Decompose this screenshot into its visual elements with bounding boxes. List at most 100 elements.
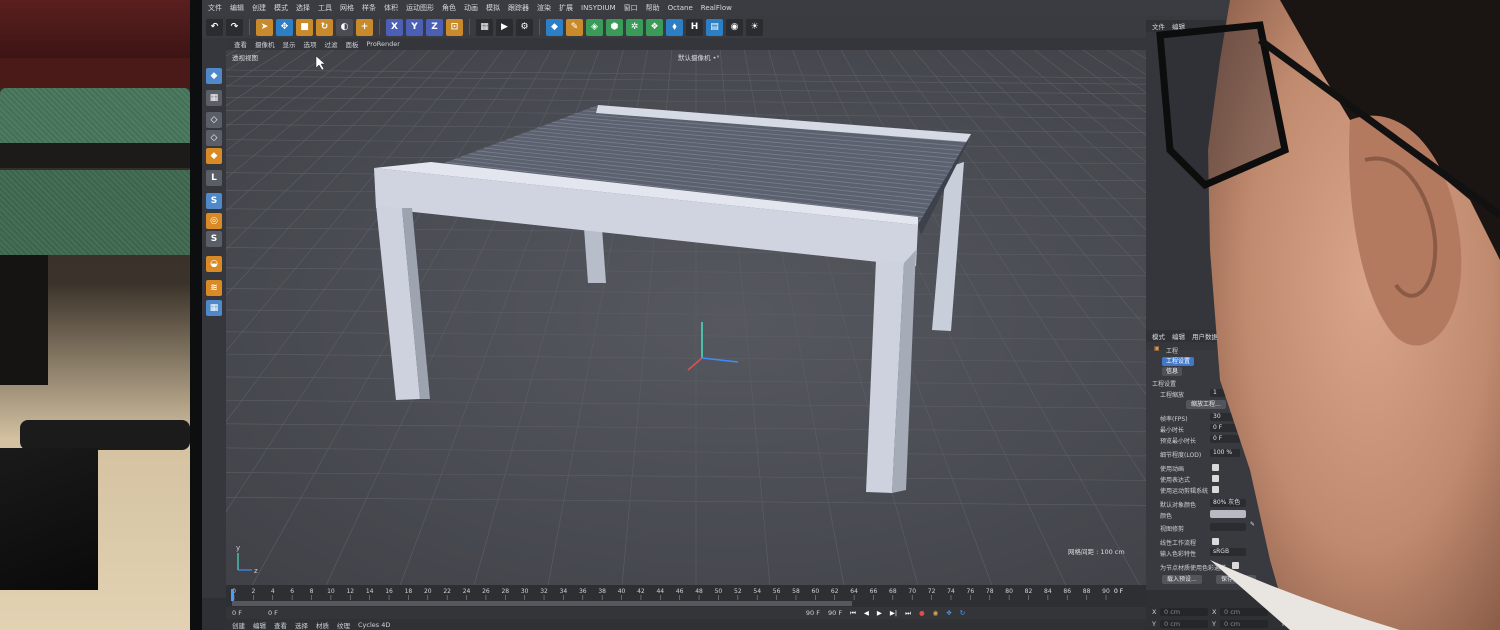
main-menu-item-4[interactable]: 选择 <box>296 3 310 13</box>
material-menu-item-4[interactable]: 材质 <box>316 620 329 630</box>
perspective-viewport[interactable]: y z 透视视图 默认摄像机 •° 网格间距 : 100 cm <box>226 50 1146 585</box>
goto-start-icon[interactable]: ⏮ <box>850 609 856 618</box>
render-settings-icon[interactable]: ⚙ <box>516 18 533 36</box>
main-menu-item-20[interactable]: RealFlow <box>701 4 732 12</box>
main-menu-item-17[interactable]: 窗口 <box>624 3 638 13</box>
viewport-menu-item-0[interactable]: 查看 <box>234 39 247 49</box>
next-frame-icon[interactable]: ▶| <box>890 609 897 617</box>
main-menu-item-5[interactable]: 工具 <box>318 3 332 13</box>
snap-settings-icon[interactable]: S <box>206 231 222 247</box>
redo-icon[interactable]: ↷ <box>226 18 243 36</box>
measure-icon[interactable]: H <box>686 18 703 36</box>
timeline-tick-label: 46 <box>676 588 684 595</box>
toolbar-divider <box>539 19 540 35</box>
deformer-icon[interactable]: ✲ <box>626 18 643 36</box>
main-menu-item-1[interactable]: 编辑 <box>230 3 244 13</box>
generator-icon[interactable]: ⬢ <box>606 18 623 36</box>
subdivision-icon[interactable]: ◈ <box>586 18 603 36</box>
goto-end-icon[interactable]: ⏭ <box>905 609 911 618</box>
main-menu-item-14[interactable]: 渲染 <box>537 3 551 13</box>
coordinate-system-icon[interactable]: ⊡ <box>446 18 463 36</box>
pergola-model[interactable] <box>374 105 971 493</box>
y-axis-toggle[interactable]: Y <box>406 18 423 36</box>
axis-mode-icon[interactable]: L <box>206 170 222 186</box>
pen-spline-icon[interactable]: ✎ <box>566 18 583 36</box>
grid-line <box>226 353 1146 363</box>
viewport-menu-item-4[interactable]: 过滤 <box>325 39 338 49</box>
layer-icon[interactable]: ≋ <box>206 280 222 296</box>
timeline[interactable]: 0246810121416182022242628303234363840424… <box>226 585 1146 607</box>
material-menu-item-2[interactable]: 查看 <box>274 620 287 630</box>
viewport-menu-item-6[interactable]: ProRender <box>367 40 400 48</box>
material-menu-item-5[interactable]: 纹理 <box>337 620 350 630</box>
add-object-icon[interactable]: + <box>356 18 373 36</box>
floor-icon[interactable]: ▤ <box>706 18 723 36</box>
start-frame-field[interactable]: 0 F <box>268 609 278 617</box>
timeline-range-bar[interactable] <box>232 601 852 606</box>
viewport-menu-item-1[interactable]: 摄像机 <box>255 39 275 49</box>
main-menu-item-8[interactable]: 体积 <box>384 3 398 13</box>
main-menu-item-3[interactable]: 模式 <box>274 3 288 13</box>
main-menu-item-13[interactable]: 跟踪器 <box>508 3 529 13</box>
grid-icon[interactable]: ▦ <box>206 300 222 316</box>
camera-icon[interactable]: ◉ <box>726 18 743 36</box>
main-menu-item-19[interactable]: Octane <box>668 4 693 12</box>
texture-mode-icon[interactable]: ▦ <box>206 90 222 106</box>
grid-line <box>226 97 1146 106</box>
solo-icon[interactable]: ◒ <box>206 256 222 272</box>
mograph-icon[interactable]: ❖ <box>646 18 663 36</box>
main-menu-item-2[interactable]: 创建 <box>252 3 266 13</box>
material-menu-item-1[interactable]: 编辑 <box>253 620 266 630</box>
end-frame-field-alt[interactable]: 90 F <box>828 609 842 617</box>
scale-icon[interactable]: ■ <box>296 18 313 36</box>
key-position-icon[interactable]: ✥ <box>946 609 951 617</box>
viewport-menu-item-3[interactable]: 选项 <box>304 39 317 49</box>
main-menu-item-15[interactable]: 扩展 <box>559 3 573 13</box>
z-axis-toggle[interactable]: Z <box>426 18 443 36</box>
main-menu-item-7[interactable]: 样条 <box>362 3 376 13</box>
material-menu-item-3[interactable]: 选择 <box>295 620 308 630</box>
render-picture-viewer-icon[interactable]: ▶ <box>496 18 513 36</box>
x-axis-toggle[interactable]: X <box>386 18 403 36</box>
autokey-icon[interactable]: ◉ <box>933 609 939 617</box>
edge-mode-icon[interactable]: ◇ <box>206 130 222 146</box>
main-menu-item-12[interactable]: 模拟 <box>486 3 500 13</box>
select-arrow-icon[interactable]: ➤ <box>256 18 273 36</box>
tag-icon[interactable]: ⬧ <box>666 18 683 36</box>
live-select-icon[interactable]: ◐ <box>336 18 353 36</box>
end-frame-field[interactable]: 90 F <box>806 609 820 617</box>
main-menu-item-18[interactable]: 帮助 <box>646 3 660 13</box>
main-menu-item-9[interactable]: 运动图形 <box>406 3 434 13</box>
play-icon[interactable]: ▶ <box>877 609 882 617</box>
point-mode-icon[interactable]: ◇ <box>206 112 222 128</box>
render-view-icon[interactable]: ▦ <box>476 18 493 36</box>
cube-primitive-icon[interactable]: ◆ <box>546 18 563 36</box>
timeline-tick-label: 78 <box>986 588 994 595</box>
timeline-tick-label: 26 <box>482 588 490 595</box>
chair-leg <box>0 255 48 385</box>
viewport-menu-item-2[interactable]: 显示 <box>283 39 296 49</box>
current-frame-field[interactable]: 0 F <box>232 609 242 617</box>
undo-icon[interactable]: ↶ <box>206 18 223 36</box>
move-icon[interactable]: ✥ <box>276 18 293 36</box>
key-rotation-icon[interactable]: ↻ <box>960 609 965 617</box>
timeline-tick-label: 76 <box>967 588 975 595</box>
viewport-menu-item-5[interactable]: 面板 <box>346 39 359 49</box>
model-mode-icon[interactable]: ◆ <box>206 68 222 84</box>
rotate-icon[interactable]: ↻ <box>316 18 333 36</box>
main-menu-item-10[interactable]: 角色 <box>442 3 456 13</box>
timeline-playhead[interactable] <box>231 589 234 601</box>
light-icon[interactable]: ☀ <box>746 18 763 36</box>
material-menu-item-0[interactable]: 创建 <box>232 620 245 630</box>
record-icon[interactable]: ● <box>919 609 925 617</box>
workplane-icon[interactable]: ◎ <box>206 213 222 229</box>
polygon-mode-icon[interactable]: ◆ <box>206 148 222 164</box>
main-menu-item-6[interactable]: 网格 <box>340 3 354 13</box>
snap-icon[interactable]: S <box>206 193 222 209</box>
grid-line <box>226 472 1146 481</box>
main-menu-item-0[interactable]: 文件 <box>208 3 222 13</box>
main-menu-item-16[interactable]: INSYDIUM <box>581 4 616 12</box>
main-menu-item-11[interactable]: 动画 <box>464 3 478 13</box>
material-menu-item-6[interactable]: Cycles 4D <box>358 621 390 629</box>
prev-frame-icon[interactable]: ◀ <box>864 609 869 617</box>
